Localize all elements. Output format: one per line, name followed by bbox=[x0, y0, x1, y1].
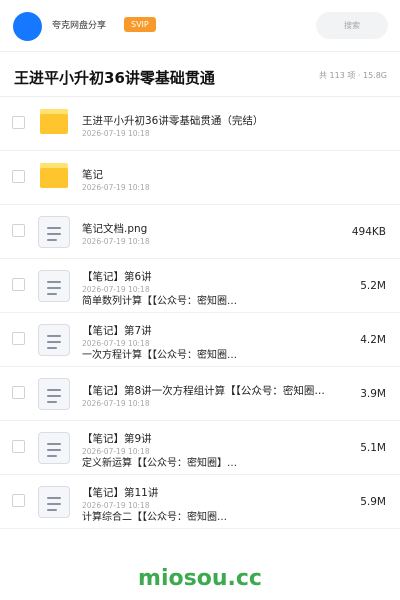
document-icon bbox=[38, 324, 70, 356]
select-checkbox[interactable] bbox=[12, 386, 25, 399]
svip-badge: SVIP bbox=[124, 17, 156, 32]
file-name-continued: 简单数列计算【【公众号：密知圈… bbox=[82, 296, 237, 307]
file-name-continued: 计算综合二【【公众号：密知圈… bbox=[82, 512, 227, 523]
document-icon bbox=[38, 378, 70, 410]
file-name: 【笔记】第9讲 bbox=[82, 433, 152, 445]
file-date: 2026-07-19 10:18 bbox=[82, 129, 150, 138]
file-name: 笔记 bbox=[82, 169, 103, 181]
watermark: miosou.cc bbox=[138, 566, 262, 591]
search-input[interactable]: 搜索 bbox=[316, 12, 388, 39]
folder-icon bbox=[38, 162, 70, 194]
file-name-continued: 定义新运算【【公众号：密知圈】… bbox=[82, 458, 237, 469]
select-checkbox[interactable] bbox=[12, 224, 25, 237]
divider bbox=[0, 51, 400, 52]
file-list: 王进平小升初36讲零基础贯通（完结） 2026-07-19 10:18 笔记 2… bbox=[0, 97, 400, 529]
file-row[interactable]: 笔记文档.png 2026-07-19 10:18 494KB bbox=[0, 205, 400, 259]
page-title: 王进平小升初36讲零基础贯通 bbox=[14, 69, 215, 87]
file-name: 王进平小升初36讲零基础贯通（完结） bbox=[82, 115, 264, 127]
file-date: 2026-07-19 10:18 bbox=[82, 399, 150, 408]
select-checkbox[interactable] bbox=[12, 440, 25, 453]
file-size: 5.9M bbox=[360, 496, 386, 508]
avatar[interactable] bbox=[13, 12, 42, 41]
file-size: 5.2M bbox=[360, 280, 386, 292]
file-row[interactable]: 【笔记】第7讲 2026-07-19 10:18 一次方程计算【【公众号：密知圈… bbox=[0, 313, 400, 367]
select-checkbox[interactable] bbox=[12, 494, 25, 507]
select-checkbox[interactable] bbox=[12, 278, 25, 291]
file-row[interactable]: 【笔记】第11讲 2026-07-19 10:18 计算综合二【【公众号：密知圈… bbox=[0, 475, 400, 529]
file-row[interactable]: 王进平小升初36讲零基础贯通（完结） 2026-07-19 10:18 bbox=[0, 97, 400, 151]
file-row[interactable]: 【笔记】第6讲 2026-07-19 10:18 简单数列计算【【公众号：密知圈… bbox=[0, 259, 400, 313]
file-name: 【笔记】第8讲一次方程组计算【【公众号：密知圈… bbox=[82, 385, 325, 397]
folder-meta: 共 113 项 · 15.8G bbox=[319, 71, 387, 80]
header: 夸克网盘分享 SVIP 搜索 bbox=[0, 0, 400, 52]
file-date: 2026-07-19 10:18 bbox=[82, 183, 150, 192]
file-size: 5.1M bbox=[360, 442, 386, 454]
document-icon bbox=[38, 270, 70, 302]
file-name: 笔记文档.png bbox=[82, 223, 148, 235]
file-name-continued: 一次方程计算【【公众号：密知圈… bbox=[82, 350, 237, 361]
folder-icon bbox=[38, 108, 70, 140]
select-checkbox[interactable] bbox=[12, 170, 25, 183]
document-icon bbox=[38, 486, 70, 518]
file-size: 494KB bbox=[351, 226, 386, 238]
file-name: 【笔记】第11讲 bbox=[82, 487, 159, 499]
file-name: 【笔记】第6讲 bbox=[82, 271, 152, 283]
file-row[interactable]: 【笔记】第8讲一次方程组计算【【公众号：密知圈… 2026-07-19 10:1… bbox=[0, 367, 400, 421]
file-size: 3.9M bbox=[360, 388, 386, 400]
select-checkbox[interactable] bbox=[12, 116, 25, 129]
file-date: 2026-07-19 10:18 bbox=[82, 237, 150, 246]
file-row[interactable]: 笔记 2026-07-19 10:18 bbox=[0, 151, 400, 205]
document-icon bbox=[38, 432, 70, 464]
file-name: 【笔记】第7讲 bbox=[82, 325, 152, 337]
select-checkbox[interactable] bbox=[12, 332, 25, 345]
document-icon bbox=[38, 216, 70, 248]
file-row[interactable]: 【笔记】第9讲 2026-07-19 10:18 定义新运算【【公众号：密知圈】… bbox=[0, 421, 400, 475]
file-size: 4.2M bbox=[360, 334, 386, 346]
app-name: 夸克网盘分享 bbox=[52, 21, 107, 31]
